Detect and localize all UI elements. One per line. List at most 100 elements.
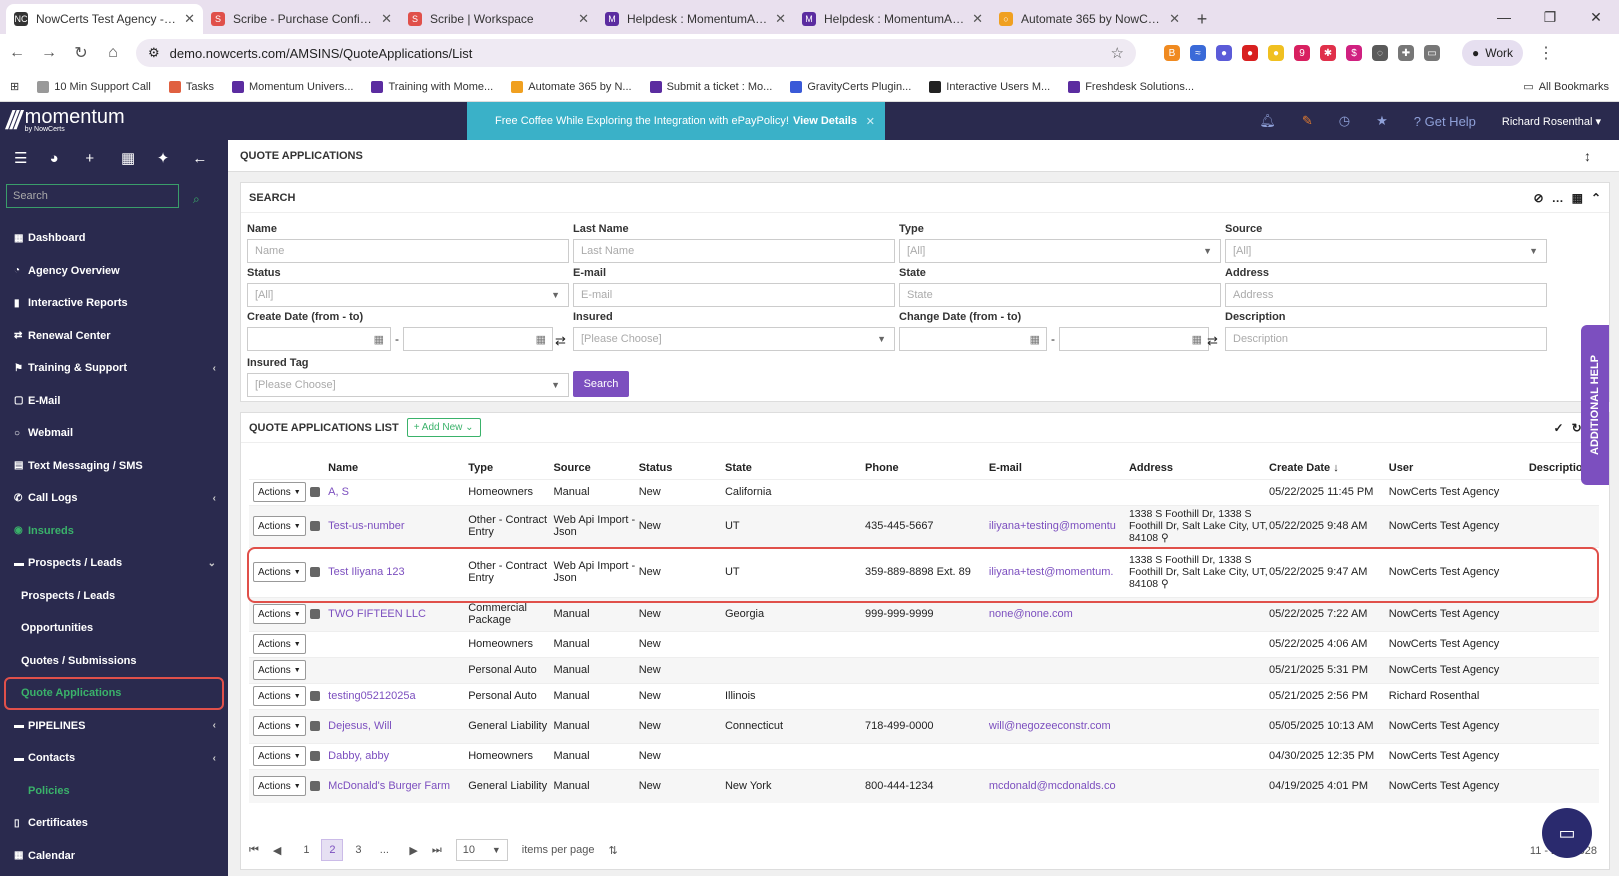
extension-icon[interactable]: ● (1242, 45, 1258, 61)
calendar-icon[interactable]: ▦ (1192, 333, 1202, 346)
minimize-icon[interactable]: — (1481, 0, 1527, 34)
sidebar-item-webmail[interactable]: ○ Webmail (0, 417, 228, 450)
cell-email[interactable]: will@negozeeconstr.com (988, 708, 1129, 743)
clock-icon[interactable]: ◷ (1339, 113, 1350, 129)
back-icon[interactable]: ← (8, 44, 26, 62)
record-icon[interactable] (309, 751, 320, 762)
close-tab-icon[interactable]: ✕ (578, 11, 589, 27)
cell-email[interactable] (988, 682, 1129, 709)
app-logo[interactable]: /// momentum by NowCerts (6, 105, 125, 136)
close-tab-icon[interactable]: ✕ (1169, 11, 1180, 27)
cell-email[interactable] (988, 742, 1129, 769)
apps-grid-icon[interactable]: ⊞ (10, 80, 19, 93)
bookmark-item[interactable]: Tasks (168, 80, 214, 93)
cell-name[interactable]: Test-us-number (328, 504, 469, 547)
page-button[interactable]: ... (373, 839, 395, 861)
promo-link[interactable]: View Details (793, 115, 857, 127)
user-menu[interactable]: Richard Rosenthal ▾ (1502, 115, 1601, 128)
browser-tab[interactable]: S Scribe - Purchase Confirmation ✕ (203, 4, 400, 34)
bookmark-item[interactable]: Training with Mome... (371, 80, 493, 93)
sidebar-item-policies[interactable]: Policies (0, 775, 228, 808)
cell-email[interactable] (988, 656, 1129, 683)
swap-icon[interactable]: ⇄ (1207, 333, 1218, 349)
bookmark-item[interactable]: Interactive Users M... (929, 80, 1050, 93)
insured-tag-select[interactable]: [Please Choose] ▼ (247, 373, 569, 397)
sidebar-item-prospects-leads[interactable]: Prospects / Leads (0, 580, 228, 613)
hamburger-icon[interactable]: ☰ (14, 149, 50, 167)
home-icon[interactable]: ⌂ (104, 44, 122, 62)
cell-email[interactable]: mcdonald@mcdonalds.co (988, 768, 1129, 803)
column-header[interactable]: Address (1129, 457, 1269, 479)
insured-select[interactable]: [Please Choose] ▼ (573, 327, 895, 351)
calendar-icon[interactable]: ▦ (374, 333, 384, 346)
bookmark-item[interactable]: Freshdesk Solutions... (1068, 80, 1194, 93)
clear-icon[interactable]: ⊘ (1534, 191, 1544, 205)
sidebar-item-quote-applications[interactable]: Quote Applications (4, 677, 224, 710)
column-header[interactable]: Name (328, 457, 468, 479)
menu-kebab-icon[interactable]: ⋮ (1537, 43, 1555, 63)
cell-email[interactable]: iliyana+test@momentum. (988, 546, 1129, 597)
sidebar-item-calendar[interactable]: ▦ Calendar (0, 840, 228, 873)
chevron-icon[interactable]: ‹ (213, 363, 216, 374)
sidebar-item-dashboard[interactable]: ▦ Dashboard (0, 222, 228, 255)
record-icon[interactable] (309, 609, 320, 620)
calendar-icon[interactable]: ▦ (536, 333, 546, 346)
bookmark-item[interactable]: 10 Min Support Call (37, 80, 151, 93)
column-header[interactable]: Create Date ↓ (1269, 457, 1389, 479)
actions-button[interactable]: Actions ▼ (253, 776, 306, 797)
record-icon[interactable] (309, 691, 320, 702)
forward-icon[interactable]: → (40, 44, 58, 62)
chat-bubble-icon[interactable]: ▭ (1542, 808, 1592, 858)
url-input[interactable]: ⚙ demo.nowcerts.com/AMSINS/QuoteApplicat… (136, 39, 1136, 67)
check-icon[interactable]: ✓ (1554, 421, 1564, 435)
cell-name[interactable]: testing05212025a (328, 682, 469, 709)
sidebar-item-prospects-leads[interactable]: ▬ Prospects / Leads ⌄ (0, 547, 228, 580)
site-info-icon[interactable]: ⚙ (148, 45, 160, 61)
close-icon[interactable]: ✕ (866, 115, 875, 128)
extension-icon[interactable]: ● (1216, 45, 1232, 61)
actions-button[interactable]: Actions ▼ (253, 634, 306, 654)
calendar-icon[interactable]: ▦ (1030, 333, 1040, 346)
browser-tab[interactable]: M Helpdesk : MomentumAMP ✕ (597, 4, 794, 34)
cell-name[interactable]: A, S (328, 478, 469, 505)
cell-name[interactable]: McDonald's Burger Farm (328, 768, 469, 803)
extension-icon[interactable]: 9 (1294, 45, 1310, 61)
create-date-to[interactable]: ▦ (403, 327, 553, 351)
browser-tab[interactable]: ○ Automate 365 by NowCerts ✕ (991, 4, 1188, 34)
cell-email[interactable] (988, 478, 1129, 505)
cell-email[interactable]: none@none.com (988, 596, 1129, 631)
layout-icon[interactable]: ▦ (1572, 191, 1583, 205)
collapse-icon[interactable]: ⌃ (1591, 191, 1601, 205)
close-window-icon[interactable]: ✕ (1573, 0, 1619, 34)
sidebar-search-input[interactable]: Search (6, 184, 179, 208)
cell-name[interactable]: Dejesus, Will (328, 708, 469, 743)
extension-icon[interactable]: $ (1346, 45, 1362, 61)
chevron-icon[interactable]: ‹ (213, 753, 216, 764)
record-icon[interactable] (309, 721, 320, 732)
cell-name[interactable]: Test Iliyana 123 (328, 546, 469, 597)
column-header[interactable]: Status (639, 457, 725, 479)
cell-name[interactable]: Dabby, abby (328, 742, 469, 769)
actions-button[interactable]: Actions ▼ (253, 516, 306, 536)
new-tab-icon[interactable]: + (1188, 4, 1216, 34)
magic-icon[interactable]: ✦ (157, 149, 193, 167)
close-tab-icon[interactable]: ✕ (775, 11, 786, 27)
change-date-to[interactable]: ▦ (1059, 327, 1209, 351)
close-tab-icon[interactable]: ✕ (184, 11, 195, 27)
source-select[interactable]: [All] ▼ (1225, 239, 1547, 263)
cell-name[interactable] (328, 656, 469, 683)
browser-tab[interactable]: S Scribe | Workspace ✕ (400, 4, 597, 34)
sidebar-item-agency-overview[interactable]: ◔ Agency Overview (0, 255, 228, 288)
description-input[interactable]: Description (1225, 327, 1547, 351)
bookmark-item[interactable]: Momentum Univers... (231, 80, 353, 93)
wand-icon[interactable]: ✎ (1302, 113, 1313, 129)
sidebar-item-interactive-reports[interactable]: ▮ Interactive Reports (0, 287, 228, 320)
column-header[interactable]: Type (468, 457, 553, 479)
cell-name[interactable]: TWO FIFTEEN LLC (328, 596, 469, 631)
page-button[interactable]: 3 (347, 839, 369, 861)
close-tab-icon[interactable]: ✕ (972, 11, 983, 27)
extension-icon[interactable]: ✱ (1320, 45, 1336, 61)
column-header[interactable]: Phone (865, 457, 989, 479)
reload-icon[interactable]: ↻ (72, 43, 90, 63)
name-input[interactable]: Name (247, 239, 569, 263)
